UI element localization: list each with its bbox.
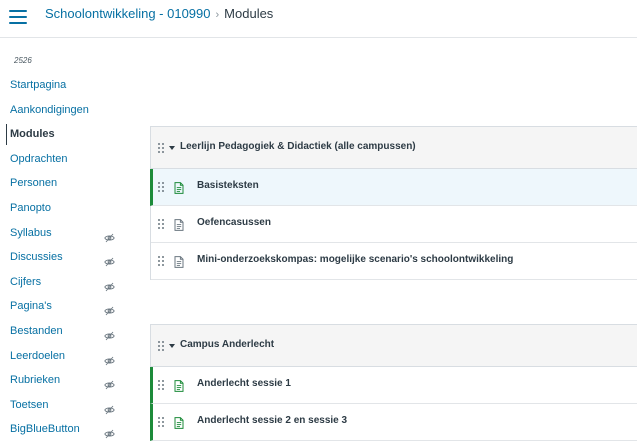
- drag-handle-icon[interactable]: [158, 256, 164, 266]
- document-page-icon: [174, 181, 184, 194]
- module-item[interactable]: Anderlecht sessie 1: [150, 367, 637, 404]
- module-header[interactable]: Campus Anderlecht: [151, 325, 637, 367]
- drag-handle-icon[interactable]: [158, 219, 164, 229]
- module-item-title[interactable]: Mini-onderzoekskompas: mogelijke scenari…: [197, 254, 513, 265]
- drag-handle-icon[interactable]: [158, 143, 164, 153]
- caret-down-icon[interactable]: [169, 344, 175, 348]
- eye-slash-icon: [104, 277, 115, 292]
- sidebar-item-startpagina[interactable]: Startpagina: [0, 73, 130, 98]
- document-page-icon: [174, 255, 184, 268]
- sidebar-item-discussies[interactable]: Discussies: [0, 245, 130, 270]
- sidebar-item-aankondigingen[interactable]: Aankondigingen: [0, 98, 130, 123]
- sidebar-item-modules[interactable]: Modules: [0, 122, 130, 147]
- sidebar-item-bigbluebutton[interactable]: BigBlueButton: [0, 417, 130, 442]
- sidebar-item-label: BigBlueButton: [10, 423, 80, 436]
- eye-slash-icon: [104, 351, 115, 365]
- module-item[interactable]: Anderlecht sessie 2 en sessie 3: [150, 404, 637, 441]
- sidebar-item-label: Pagina's: [10, 300, 52, 313]
- eye-slash-icon: [104, 301, 115, 316]
- module-campus-anderlecht: Campus Anderlecht Anderlecht sessie 1 Ande…: [150, 324, 637, 441]
- sidebar-item-rubrieken[interactable]: Rubrieken: [0, 368, 130, 393]
- breadcrumb: Schoolontwikkeling - 010990 › Modules: [45, 6, 273, 23]
- hamburger-menu-icon[interactable]: [9, 10, 27, 24]
- sidebar-item-toetsen[interactable]: Toetsen: [0, 393, 130, 418]
- module-title: Campus Anderlecht: [180, 339, 275, 350]
- eye-slash-icon: [104, 400, 115, 415]
- breadcrumb-course-link[interactable]: Schoolontwikkeling - 010990: [45, 6, 211, 21]
- module-leerlijn-pedagogiek-didactiek-alle-campussen: Leerlijn Pedagogiek & Didactiek (alle ca…: [150, 126, 637, 280]
- sidebar-item-label: Startpagina: [10, 79, 67, 91]
- module-title: Leerlijn Pedagogiek & Didactiek (alle ca…: [180, 141, 416, 152]
- sidebar-item-label: Bestanden: [10, 324, 63, 337]
- eye-slash-icon: [104, 424, 115, 439]
- sidebar-item-syllabus[interactable]: Syllabus: [0, 221, 130, 246]
- eye-slash-icon: [104, 252, 115, 267]
- sidebar-item-label: Panopto: [10, 201, 51, 214]
- sidebar-item-personen[interactable]: Personen: [0, 171, 130, 196]
- sidebar-item-pagina-s[interactable]: Pagina's: [0, 294, 130, 319]
- module-item[interactable]: Basisteksten: [150, 169, 637, 206]
- eye-slash-icon: [104, 375, 115, 390]
- module-item-title[interactable]: Oefencasussen: [197, 217, 271, 228]
- sidebar-item-cijfers[interactable]: Cijfers: [0, 270, 130, 295]
- module-header[interactable]: Leerlijn Pedagogiek & Didactiek (alle ca…: [151, 127, 637, 169]
- document-page-icon: [174, 218, 184, 231]
- eye-slash-icon: [104, 326, 115, 341]
- sidebar-item-label: Leerdoelen: [10, 349, 66, 362]
- sidebar-item-label: Discussies: [10, 251, 63, 264]
- sidebar-item-leerdoelen[interactable]: Leerdoelen: [0, 344, 130, 369]
- caret-down-icon[interactable]: [169, 146, 175, 150]
- document-page-icon: [174, 379, 184, 392]
- sidebar-item-label: Cijfers: [10, 275, 42, 288]
- drag-handle-icon[interactable]: [158, 341, 164, 351]
- module-spacer: [150, 280, 637, 324]
- sidebar-item-label: Aankondigingen: [10, 103, 89, 116]
- sidebar-item-label: Syllabus: [10, 226, 52, 239]
- eye-slash-icon: [104, 228, 115, 242]
- module-item-title[interactable]: Anderlecht sessie 2 en sessie 3: [197, 415, 347, 426]
- course-term-label: 2526: [14, 56, 32, 65]
- module-item[interactable]: Oefencasussen: [151, 206, 637, 243]
- sidebar-item-opdrachten[interactable]: Opdrachten: [0, 147, 130, 172]
- modules-list: Leerlijn Pedagogiek & Didactiek (alle ca…: [150, 126, 637, 441]
- breadcrumb-current: Modules: [224, 6, 274, 21]
- module-item-title[interactable]: Anderlecht sessie 1: [197, 378, 291, 389]
- sidebar-item-label: Modules: [10, 128, 55, 141]
- drag-handle-icon[interactable]: [158, 417, 164, 427]
- drag-handle-icon[interactable]: [158, 182, 164, 192]
- drag-handle-icon[interactable]: [158, 380, 164, 390]
- course-navigation: Startpagina Aankondigingen Modules Opdracht…: [0, 73, 130, 442]
- sidebar-item-label: Opdrachten: [10, 152, 68, 165]
- top-bar: Schoolontwikkeling - 010990 › Modules: [0, 0, 637, 38]
- sidebar-item-label: Toetsen: [10, 398, 49, 411]
- breadcrumb-separator: ›: [215, 9, 220, 21]
- module-item[interactable]: Mini-onderzoekskompas: mogelijke scenari…: [151, 243, 637, 280]
- sidebar-item-label: Rubrieken: [10, 374, 61, 387]
- sidebar-item-panopto[interactable]: Panopto: [0, 196, 130, 221]
- module-item-title[interactable]: Basisteksten: [197, 180, 259, 191]
- sidebar-item-label: Personen: [10, 177, 58, 190]
- document-page-icon: [174, 416, 184, 429]
- sidebar-item-bestanden[interactable]: Bestanden: [0, 319, 130, 344]
